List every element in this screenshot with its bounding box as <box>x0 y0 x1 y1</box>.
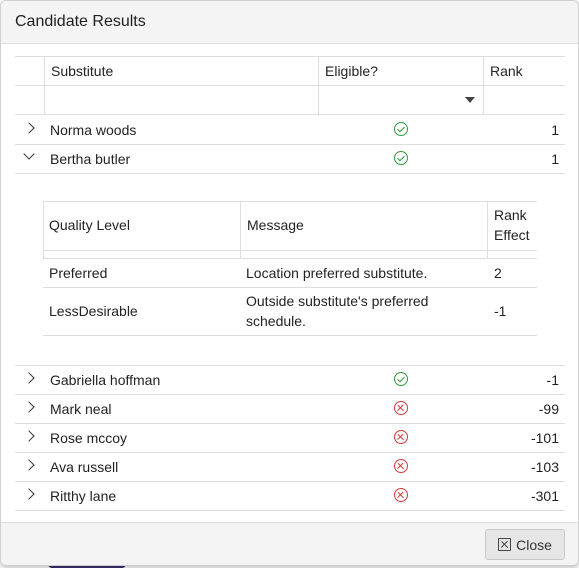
close-icon <box>498 538 512 551</box>
rank-value: -103 <box>530 459 559 475</box>
detail-header-quality[interactable]: Quality Level <box>49 215 130 235</box>
rank-value: -301 <box>530 488 559 504</box>
quality-level-cell: Preferred <box>49 265 108 281</box>
close-button-label: Close <box>516 536 552 553</box>
rank-effect-cell: 2 <box>494 265 502 281</box>
detail-col-divider <box>240 201 241 258</box>
chevron-right-icon[interactable] <box>23 459 35 471</box>
message-line: Outside substitute's preferred <box>246 293 429 309</box>
column-header-rank[interactable]: Rank <box>490 63 523 79</box>
chevron-right-icon[interactable] <box>23 488 35 500</box>
x-circle-icon <box>394 430 408 444</box>
table-row[interactable]: Mark neal -99 <box>15 394 565 423</box>
x-circle-icon <box>394 459 408 473</box>
dialog-header: Candidate Results <box>1 1 578 44</box>
rank-value: 1 <box>551 122 559 138</box>
rank-filter-input[interactable] <box>484 86 565 114</box>
dialog-title: Candidate Results <box>15 13 146 30</box>
chevron-right-icon[interactable] <box>23 430 35 442</box>
chevron-right-icon[interactable] <box>23 372 35 384</box>
substitute-name: Rose mccoy <box>50 430 128 446</box>
detail-header-rank-effect-line: Effect <box>494 227 530 243</box>
check-circle-icon <box>394 122 408 136</box>
dialog-body[interactable]: Substitute Eligible? Rank Norma woods 1 … <box>1 44 578 522</box>
detail-filter-divider <box>43 258 537 259</box>
detail-header-divider <box>43 250 537 251</box>
detail-top-border <box>43 201 537 202</box>
substitute-name: Mark neal <box>50 401 112 417</box>
rank-value: 1 <box>551 151 559 167</box>
message-cell: Location preferred substitute. <box>246 265 428 281</box>
chevron-down-icon[interactable] <box>23 148 35 160</box>
detail-header-rank-effect-line: Rank <box>494 207 527 223</box>
detail-table: Quality Level Message Rank Effect Prefer… <box>43 201 537 336</box>
table-row[interactable]: Ava russell -103 <box>15 452 565 481</box>
rank-value: -101 <box>530 430 559 446</box>
column-header-eligible[interactable]: Eligible? <box>325 63 378 79</box>
x-circle-icon <box>394 488 408 502</box>
message-cell: Outside substitute's preferred schedule. <box>246 291 428 331</box>
substitute-name: Norma woods <box>50 122 137 138</box>
candidate-results-dialog: Candidate Results Substitute Eligible? R… <box>0 0 579 566</box>
table-row[interactable]: Bertha butler 1 <box>15 144 565 173</box>
detail-row-divider <box>43 335 537 336</box>
substitute-name: Bertha butler <box>50 151 131 167</box>
close-button[interactable]: Close <box>485 529 565 560</box>
chevron-right-icon[interactable] <box>23 122 35 134</box>
detail-col-divider <box>487 201 488 258</box>
detail-col-divider <box>43 201 44 258</box>
table-row[interactable]: Norma woods 1 <box>15 115 565 144</box>
substitute-name: Ava russell <box>50 459 119 475</box>
caret-down-icon <box>465 97 475 103</box>
check-circle-icon <box>394 151 408 165</box>
detail-header-rank-effect[interactable]: Rank Effect <box>494 205 530 245</box>
substitute-name: Gabriella hoffman <box>50 372 161 388</box>
dialog-footer: Close <box>1 522 578 565</box>
rank-value: -1 <box>546 372 559 388</box>
quality-level-cell: LessDesirable <box>49 303 138 319</box>
message-line: schedule. <box>246 313 306 329</box>
eligible-filter-select[interactable] <box>319 86 483 114</box>
chevron-right-icon[interactable] <box>23 401 35 413</box>
row-divider <box>15 173 565 174</box>
check-circle-icon <box>394 372 408 386</box>
table-row[interactable]: Gabriella hoffman -1 <box>15 365 565 394</box>
column-header-substitute[interactable]: Substitute <box>51 63 113 79</box>
rank-effect-cell: -1 <box>494 303 507 319</box>
detail-row-divider <box>43 287 537 288</box>
row-divider <box>15 510 565 511</box>
x-circle-icon <box>394 401 408 415</box>
substitute-name: Ritthy lane <box>50 488 117 504</box>
table-row[interactable]: Ritthy lane -301 <box>15 481 565 510</box>
detail-header-message[interactable]: Message <box>247 215 304 235</box>
rank-value: -99 <box>538 401 559 417</box>
table-row[interactable]: Rose mccoy -101 <box>15 423 565 452</box>
substitute-filter-input[interactable] <box>45 86 318 114</box>
